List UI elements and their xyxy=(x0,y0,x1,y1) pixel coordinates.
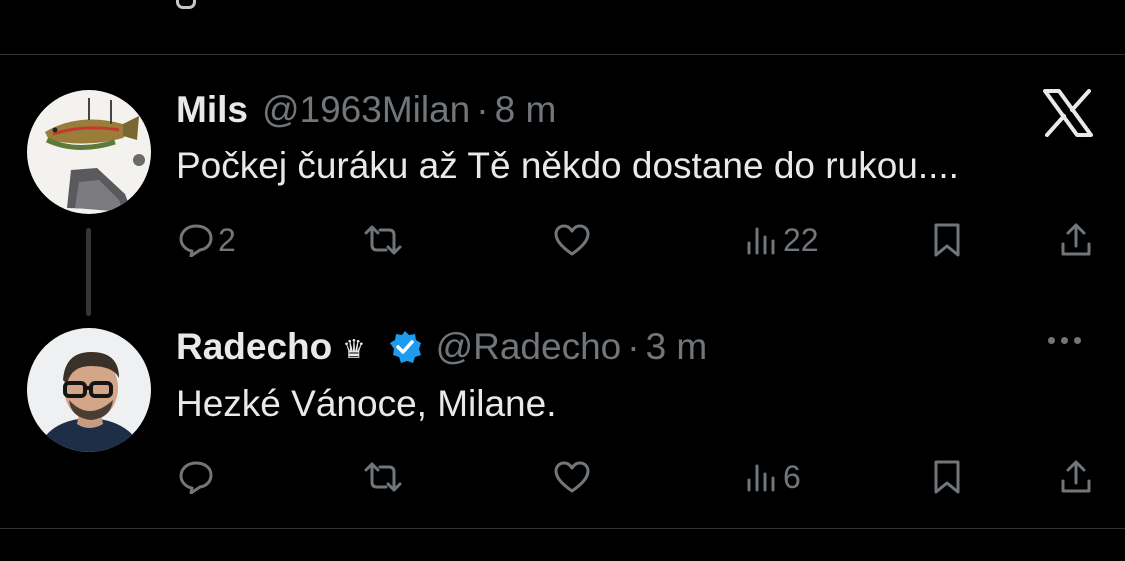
views-button[interactable]: 6 xyxy=(745,457,801,497)
heart-icon xyxy=(554,461,590,493)
verified-badge-icon[interactable] xyxy=(388,330,422,364)
avatar-mils[interactable] xyxy=(27,90,151,214)
share-icon xyxy=(1061,223,1091,256)
crown-icon: ♛ xyxy=(342,333,366,364)
bookmark-button[interactable] xyxy=(932,457,962,497)
views-chart-icon xyxy=(747,227,775,255)
avatar-radecho[interactable] xyxy=(27,328,151,452)
share-button[interactable] xyxy=(1059,457,1093,497)
views-count: 6 xyxy=(783,458,801,495)
tweet-header-radecho: Radecho ♛ @Radecho · 3 m xyxy=(176,324,707,370)
timestamp[interactable]: 3 m xyxy=(646,326,708,368)
retweet-button[interactable] xyxy=(362,220,408,260)
heart-icon xyxy=(554,224,590,256)
reply-icon xyxy=(179,461,213,494)
views-button[interactable]: 22 xyxy=(745,220,819,260)
timestamp[interactable]: 8 m xyxy=(495,89,557,131)
reply-button[interactable] xyxy=(178,457,218,497)
retweet-icon xyxy=(364,462,402,492)
user-handle[interactable]: @Radecho xyxy=(436,326,622,368)
like-button[interactable] xyxy=(553,457,595,497)
bookmark-icon xyxy=(934,460,960,494)
tweet-header-mils: Mils @1963Milan · 8 m xyxy=(176,87,556,133)
tweet-text: Počkej čuráku až Tě někdo dostane do ruk… xyxy=(176,145,959,186)
share-button[interactable] xyxy=(1059,220,1093,260)
display-name[interactable]: Radecho xyxy=(176,326,332,368)
reply-button[interactable]: 2 xyxy=(178,220,236,260)
reply-icon xyxy=(179,224,213,257)
share-icon xyxy=(1061,460,1091,493)
views-chart-icon xyxy=(747,464,775,492)
display-name[interactable]: Mils xyxy=(176,89,248,131)
thread-connector-line xyxy=(86,228,91,316)
man-with-glasses-avatar-icon xyxy=(27,328,151,452)
like-button[interactable] xyxy=(553,220,595,260)
separator-dot: · xyxy=(627,326,640,367)
previous-text-fragment xyxy=(176,0,196,9)
user-handle[interactable]: @1963Milan xyxy=(262,89,470,131)
retweet-icon xyxy=(364,225,402,255)
top-divider xyxy=(0,54,1125,55)
views-count: 22 xyxy=(783,221,819,258)
more-options-icon[interactable] xyxy=(1048,337,1081,344)
bottom-divider xyxy=(0,528,1125,529)
x-logo-icon[interactable] xyxy=(1043,89,1093,142)
separator-dot: · xyxy=(476,89,489,130)
tweet-text: Hezké Vánoce, Milane. xyxy=(176,383,557,424)
fish-boot-avatar-icon xyxy=(27,90,151,214)
bookmark-button[interactable] xyxy=(932,220,962,260)
retweet-button[interactable] xyxy=(362,457,408,497)
reply-count: 2 xyxy=(218,221,236,258)
bookmark-icon xyxy=(934,223,960,257)
